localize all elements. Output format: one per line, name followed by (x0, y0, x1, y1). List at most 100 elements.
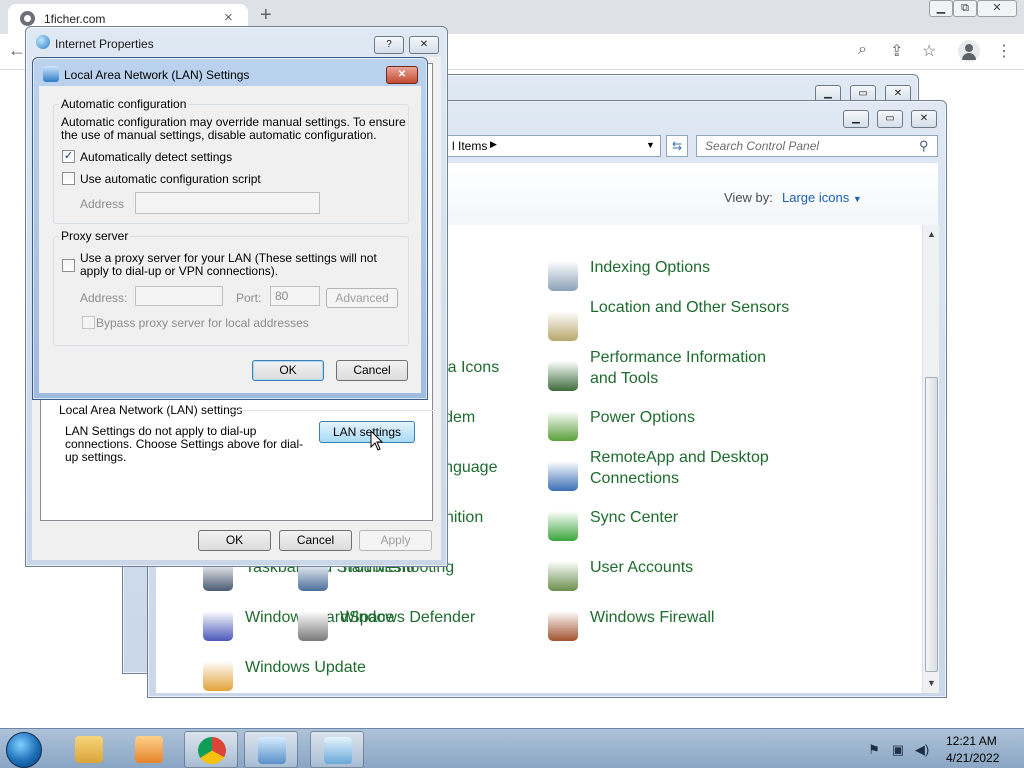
search-placeholder: Search Control Panel (705, 139, 820, 153)
internet-options-icon (324, 737, 352, 764)
use-proxy-label[interactable]: Use a proxy server for your LAN (These s… (80, 252, 400, 278)
minimize-button[interactable]: ▁ (929, 0, 953, 17)
cp-item-label: Location and Other Sensors (590, 299, 790, 316)
cp-item[interactable]: Power Options (548, 405, 788, 451)
cp-item[interactable]: Sync Center (548, 505, 788, 551)
taskbar-control-panel[interactable] (244, 731, 298, 768)
cp-item-icon (548, 511, 578, 541)
dialog-body: Automatic configuration Automatic config… (39, 86, 421, 393)
auto-script-label[interactable]: Use automatic configuration script (80, 172, 261, 186)
auto-script-checkbox[interactable] (62, 172, 75, 185)
ok-button[interactable]: OK (198, 530, 271, 551)
action-center-icon[interactable]: ⚑ (866, 742, 882, 758)
internet-options-icon (36, 35, 50, 49)
close-browser-button[interactable]: ✕ (977, 0, 1017, 17)
cp-item-label: User Accounts (590, 559, 694, 576)
taskbar-chrome[interactable] (184, 731, 238, 768)
tab-close-icon[interactable]: × (224, 9, 233, 26)
cancel-button[interactable]: Cancel (336, 360, 408, 381)
cp-item[interactable]: Indexing Options (548, 255, 788, 301)
start-button[interactable] (6, 732, 42, 768)
search-icon[interactable]: ⚲ (919, 138, 929, 154)
cp-item-icon (548, 261, 578, 291)
new-tab-icon[interactable]: + (260, 4, 272, 27)
internet-options-icon (43, 66, 59, 82)
lan-description: LAN Settings do not apply to dial-up con… (65, 424, 304, 464)
mouse-cursor-icon (370, 430, 384, 451)
scroll-up-icon[interactable]: ▲ (927, 229, 936, 239)
cp-item-icon (548, 561, 578, 591)
cp-item-icon (203, 611, 233, 641)
cp-item-icon (203, 661, 233, 691)
cp-item-label: Performance Information and Tools (590, 349, 767, 387)
taskbar-media-player[interactable] (122, 731, 176, 768)
advanced-button[interactable]: Advanced (326, 288, 398, 308)
auto-detect-checkbox[interactable]: ✓ (62, 150, 75, 163)
cp-item[interactable]: Windows Update (203, 655, 443, 701)
volume-icon[interactable]: ◀) (914, 742, 930, 758)
cp-item-label: Windows Firewall (590, 609, 715, 626)
chevron-down-icon: ▼ (852, 194, 862, 204)
cp-item[interactable]: RemoteApp and Desktop Connections (548, 449, 788, 501)
cp-item-icon (548, 361, 578, 391)
ok-button[interactable]: OK (252, 360, 324, 381)
back-arrow-icon[interactable]: ← (8, 40, 26, 61)
taskbar-explorer[interactable] (62, 731, 116, 768)
cp-item-label: Indexing Options (590, 259, 711, 276)
cp-item-icon (548, 311, 578, 341)
maximize-button[interactable]: ▭ (877, 110, 903, 128)
divider (229, 410, 435, 411)
breadcrumb-arrow-icon[interactable]: ▶ (490, 139, 497, 150)
close-button[interactable]: ✕ (911, 110, 937, 128)
address-text: l Items (452, 139, 488, 153)
network-icon[interactable]: ▣ (890, 742, 906, 758)
menu-icon[interactable]: ⋮ (996, 41, 1012, 61)
view-by-dropdown[interactable]: Large icons ▼ (782, 190, 862, 205)
lan-settings-button[interactable]: LAN settings (319, 421, 415, 443)
share-icon[interactable]: ⇪ (890, 41, 903, 61)
script-address-field[interactable] (135, 192, 320, 214)
proxy-address-field[interactable] (135, 286, 223, 306)
tab-title: 1ficher.com (44, 12, 106, 26)
minimize-button[interactable]: ▁ (843, 110, 869, 128)
apply-button[interactable]: Apply (359, 530, 432, 551)
cp-item[interactable]: Windows Defender (298, 605, 538, 651)
auto-detect-label[interactable]: Automatically detect settings (80, 150, 232, 164)
view-by-label: View by: (724, 190, 773, 205)
cancel-button[interactable]: Cancel (279, 530, 352, 551)
restore-button[interactable]: ⧉ (953, 0, 977, 17)
cp-item-icon (548, 461, 578, 491)
taskbar-internet-options[interactable] (310, 731, 364, 768)
clock-time[interactable]: 12:21 AM (946, 734, 997, 748)
profile-icon[interactable] (958, 40, 980, 62)
star-icon[interactable]: ☆ (922, 41, 936, 61)
scrollbar[interactable]: ▲ ▼ (922, 225, 939, 693)
scroll-down-icon[interactable]: ▼ (927, 678, 936, 688)
globe-icon (20, 11, 35, 26)
close-button[interactable]: ✕ (409, 36, 439, 54)
cp-item[interactable]: Location and Other Sensors (548, 299, 789, 351)
cp-item-icon (298, 611, 328, 641)
proxy-port-field[interactable]: 80 (270, 286, 320, 306)
cp-item-label: RemoteApp and Desktop Connections (590, 449, 769, 487)
view-by-value: Large icons (782, 190, 850, 205)
zoom-icon[interactable]: ⌕ (858, 41, 867, 59)
address-bar[interactable]: l Items ▶ ▼ (443, 135, 661, 157)
cp-item[interactable]: Performance Information and Tools (548, 349, 788, 401)
bypass-checkbox[interactable] (82, 316, 95, 329)
clock-date[interactable]: 4/21/2022 (946, 751, 999, 765)
close-button[interactable]: ✕ (386, 66, 418, 84)
cp-item-icon (548, 611, 578, 641)
bypass-label[interactable]: Bypass proxy server for local addresses (96, 316, 309, 330)
chevron-down-icon[interactable]: ▼ (646, 140, 655, 150)
cp-item[interactable]: Windows Firewall (548, 605, 788, 651)
scroll-thumb[interactable] (925, 377, 938, 672)
help-button[interactable]: ? (374, 36, 404, 54)
proxy-port-label: Port: (236, 291, 262, 305)
chrome-icon (198, 737, 226, 764)
search-input[interactable]: Search Control Panel ⚲ (696, 135, 938, 157)
cp-item-icon (548, 411, 578, 441)
use-proxy-checkbox[interactable] (62, 259, 75, 272)
refresh-icon[interactable]: ⇆ (666, 135, 688, 157)
cp-item[interactable]: User Accounts (548, 555, 788, 601)
